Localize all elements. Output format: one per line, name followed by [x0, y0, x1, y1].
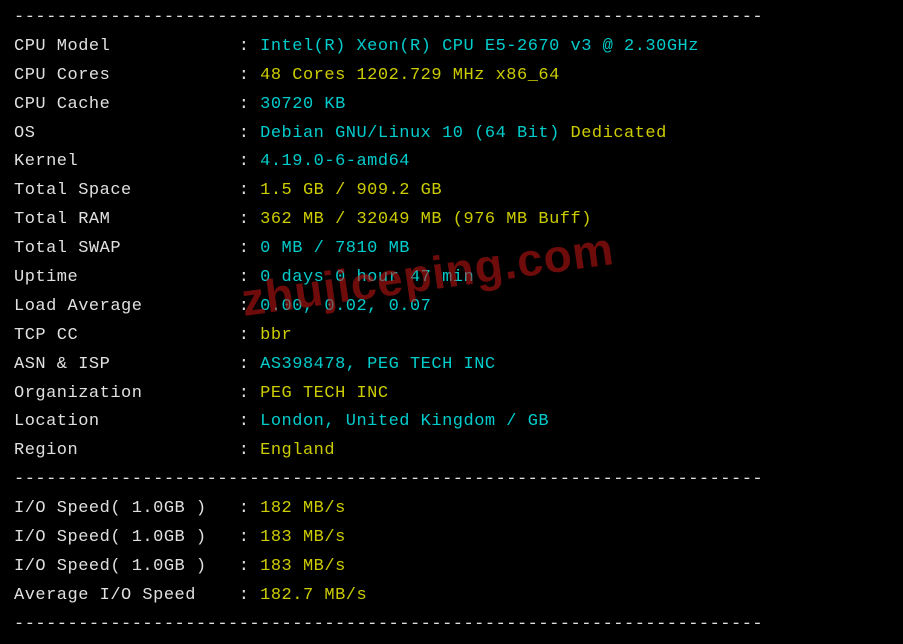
divider-bot: ----------------------------------------… — [14, 611, 889, 640]
separator: : — [239, 499, 260, 518]
io-value: 183 MB/s — [260, 528, 346, 547]
info-label: Total SWAP — [14, 239, 239, 258]
info-row: Load Average : 0.00, 0.02, 0.07 — [14, 293, 889, 322]
info-row: Total Space : 1.5 GB / 909.2 GB — [14, 177, 889, 206]
info-value: London, United Kingdom / GB — [260, 412, 549, 431]
info-row: Total SWAP : 0 MB / 7810 MB — [14, 235, 889, 264]
info-row: TCP CC : bbr — [14, 322, 889, 351]
info-label: Organization — [14, 384, 239, 403]
separator: : — [239, 557, 260, 576]
separator: : — [239, 66, 260, 85]
divider-mid: ----------------------------------------… — [14, 466, 889, 495]
info-row: OS : Debian GNU/Linux 10 (64 Bit) Dedica… — [14, 120, 889, 149]
info-value: 30720 KB — [260, 95, 346, 114]
info-row: Location : London, United Kingdom / GB — [14, 408, 889, 437]
info-value: 4.19.0-6-amd64 — [260, 152, 410, 171]
info-value: 48 Cores 1202.729 MHz x86_64 — [260, 66, 560, 85]
info-label: Total Space — [14, 181, 239, 200]
info-value: AS398478, PEG TECH INC — [260, 355, 495, 374]
info-label: OS — [14, 124, 239, 143]
info-label: Uptime — [14, 268, 239, 287]
info-value: Debian GNU/Linux 10 (64 Bit) — [260, 124, 570, 143]
info-label: CPU Cache — [14, 95, 239, 114]
info-row: Kernel : 4.19.0-6-amd64 — [14, 148, 889, 177]
separator: : — [239, 268, 260, 287]
separator: : — [239, 412, 260, 431]
info-value: PEG TECH INC — [260, 384, 388, 403]
separator: : — [239, 210, 260, 229]
separator: : — [239, 528, 260, 547]
io-row: I/O Speed( 1.0GB ) : 183 MB/s — [14, 553, 889, 582]
info-value: 0.00, 0.02, 0.07 — [260, 297, 431, 316]
separator: : — [239, 181, 260, 200]
info-value: 0 days 0 hour 47 min — [260, 268, 474, 287]
io-value: 182 MB/s — [260, 499, 346, 518]
info-row: ASN & ISP : AS398478, PEG TECH INC — [14, 351, 889, 380]
io-label: Average I/O Speed — [14, 586, 239, 605]
info-label: Kernel — [14, 152, 239, 171]
terminal-output: ----------------------------------------… — [0, 0, 903, 644]
info-value: 0 MB / 7810 MB — [260, 239, 410, 258]
io-label: I/O Speed( 1.0GB ) — [14, 557, 239, 576]
io-speed-block: I/O Speed( 1.0GB ) : 182 MB/sI/O Speed( … — [14, 495, 889, 611]
separator: : — [239, 384, 260, 403]
io-label: I/O Speed( 1.0GB ) — [14, 528, 239, 547]
info-label: Region — [14, 441, 239, 460]
separator: : — [239, 124, 260, 143]
io-value: 182.7 MB/s — [260, 586, 367, 605]
info-row: CPU Model : Intel(R) Xeon(R) CPU E5-2670… — [14, 33, 889, 62]
info-value: England — [260, 441, 335, 460]
io-row: I/O Speed( 1.0GB ) : 183 MB/s — [14, 524, 889, 553]
separator: : — [239, 586, 260, 605]
info-label: Total RAM — [14, 210, 239, 229]
info-label: Load Average — [14, 297, 239, 316]
info-value: bbr — [260, 326, 292, 345]
info-row: Total RAM : 362 MB / 32049 MB (976 MB Bu… — [14, 206, 889, 235]
info-row: Organization : PEG TECH INC — [14, 380, 889, 409]
info-row: Region : England — [14, 437, 889, 466]
info-label: Location — [14, 412, 239, 431]
info-label: CPU Cores — [14, 66, 239, 85]
separator: : — [239, 95, 260, 114]
system-info-block: CPU Model : Intel(R) Xeon(R) CPU E5-2670… — [14, 33, 889, 466]
info-label: CPU Model — [14, 37, 239, 56]
io-label: I/O Speed( 1.0GB ) — [14, 499, 239, 518]
io-row: Average I/O Speed : 182.7 MB/s — [14, 582, 889, 611]
separator: : — [239, 37, 260, 56]
info-label: TCP CC — [14, 326, 239, 345]
info-value: Dedicated — [571, 124, 667, 143]
separator: : — [239, 239, 260, 258]
info-label: ASN & ISP — [14, 355, 239, 374]
separator: : — [239, 355, 260, 374]
info-row: Uptime : 0 days 0 hour 47 min — [14, 264, 889, 293]
separator: : — [239, 326, 260, 345]
io-value: 183 MB/s — [260, 557, 346, 576]
separator: : — [239, 441, 260, 460]
divider-top: ----------------------------------------… — [14, 4, 889, 33]
info-value: Intel(R) Xeon(R) CPU E5-2670 v3 @ 2.30GH… — [260, 37, 699, 56]
info-row: CPU Cache : 30720 KB — [14, 91, 889, 120]
separator: : — [239, 297, 260, 316]
info-row: CPU Cores : 48 Cores 1202.729 MHz x86_64 — [14, 62, 889, 91]
info-value: 1.5 GB / 909.2 GB — [260, 181, 442, 200]
info-value: 362 MB / 32049 MB (976 MB Buff) — [260, 210, 592, 229]
io-row: I/O Speed( 1.0GB ) : 182 MB/s — [14, 495, 889, 524]
separator: : — [239, 152, 260, 171]
